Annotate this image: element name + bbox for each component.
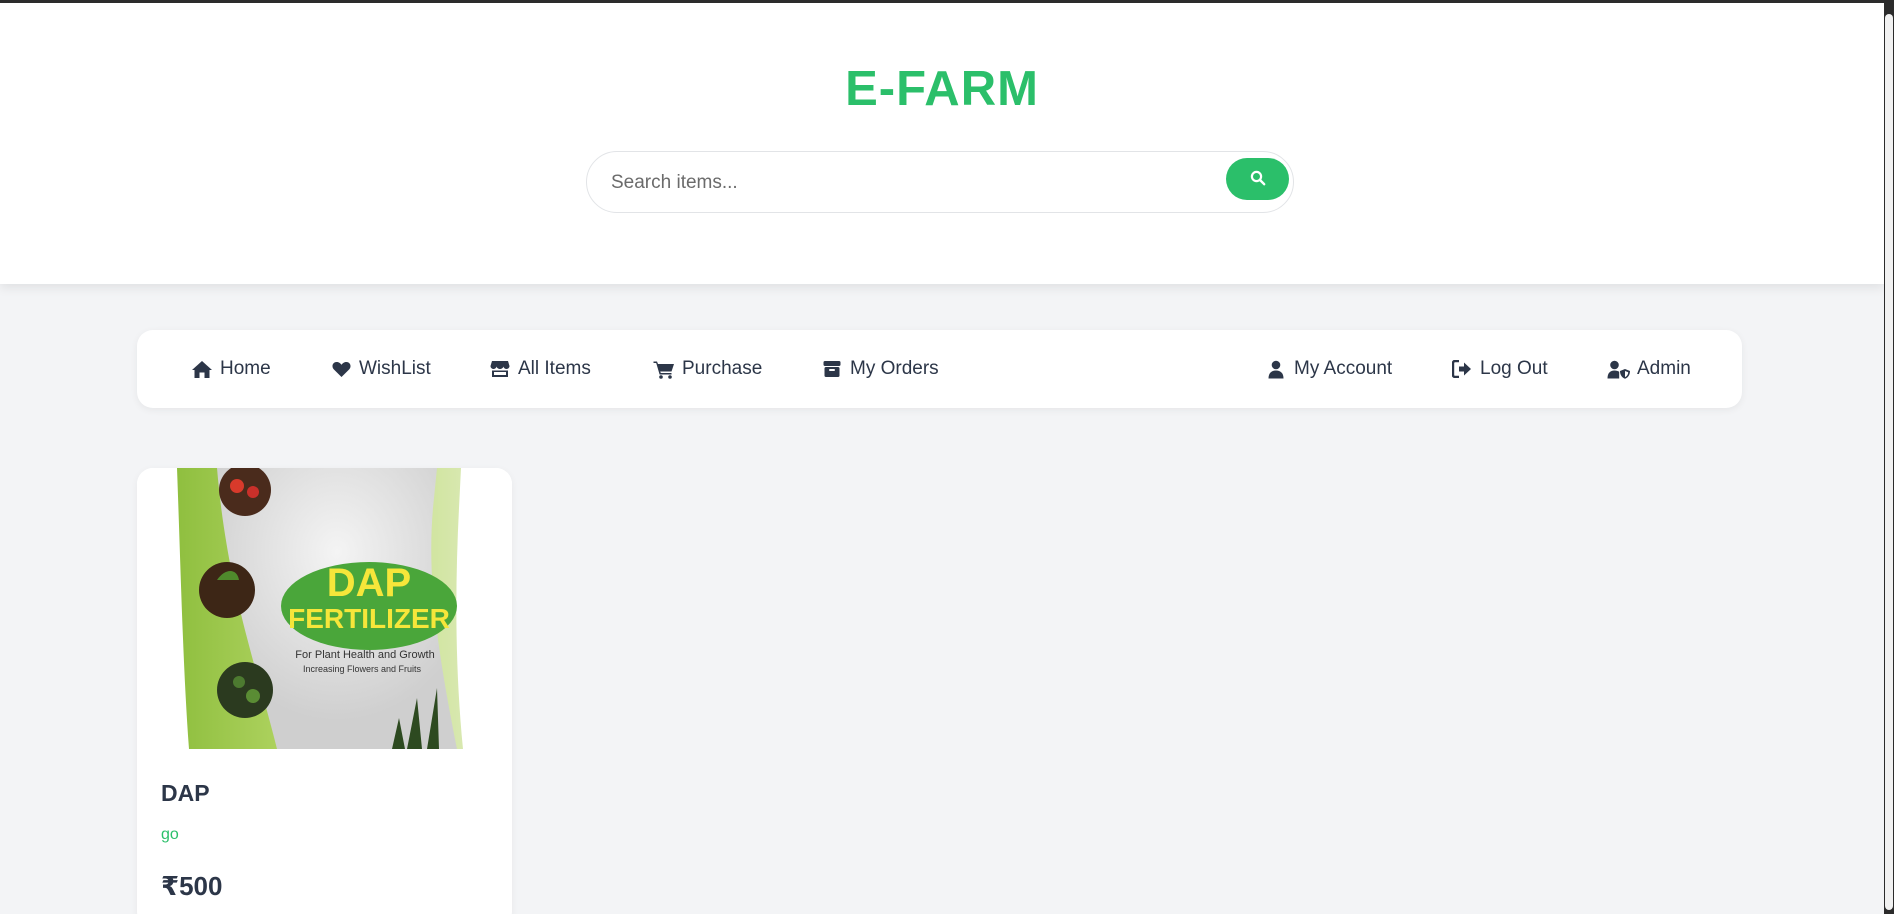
nav-wishlist[interactable]: WishList [329,330,431,408]
product-image-label-1: DAP [327,561,411,605]
site-header: E-FARM [0,3,1884,284]
product-price: ₹500 [161,871,223,901]
nav-log-out[interactable]: Log Out [1450,330,1548,408]
search-input[interactable] [611,164,1191,202]
nav-my-account[interactable]: My Account [1264,330,1392,408]
heart-icon [329,358,353,380]
nav-my-account-label: My Account [1294,358,1393,379]
search-button[interactable] [1226,158,1289,200]
search-box [586,151,1294,213]
scrollbar-thumb[interactable] [1885,14,1893,910]
main-nav: Home WishList All Items Purchase My Orde… [137,330,1742,408]
nav-home[interactable]: Home [190,330,271,408]
cart-icon [652,358,676,380]
nav-all-items[interactable]: All Items [488,330,591,408]
scrollbar[interactable] [1884,0,1894,914]
nav-log-out-label: Log Out [1480,358,1548,379]
nav-home-label: Home [220,358,271,379]
brand-title: E-FARM [845,62,1039,116]
store-icon [488,358,512,380]
product-image-label-4: Increasing Flowers and Fruits [303,664,422,674]
nav-wishlist-label: WishList [359,358,431,379]
search-icon [1250,170,1266,189]
user-shield-icon [1607,358,1631,380]
nav-admin[interactable]: Admin [1607,330,1691,408]
product-image-label-2: FERTILIZER [288,603,450,634]
product-name[interactable]: DAP [161,780,210,807]
nav-my-orders[interactable]: My Orders [820,330,939,408]
nav-my-orders-label: My Orders [850,358,939,379]
nav-admin-label: Admin [1637,358,1691,379]
nav-purchase[interactable]: Purchase [652,330,762,408]
product-image-label-3: For Plant Health and Growth [295,649,434,661]
user-icon [1264,358,1288,380]
nav-all-items-label: All Items [518,358,591,379]
box-icon [820,358,844,380]
product-image[interactable]: DAP FERTILIZER For Plant Health and Grow… [137,468,512,749]
nav-purchase-label: Purchase [682,358,763,379]
product-description: go [161,826,179,843]
home-icon [190,358,214,380]
page: E-FARM Home WishList [0,0,1884,914]
product-card[interactable]: DAP FERTILIZER For Plant Health and Grow… [137,468,512,914]
logout-icon [1450,358,1474,380]
